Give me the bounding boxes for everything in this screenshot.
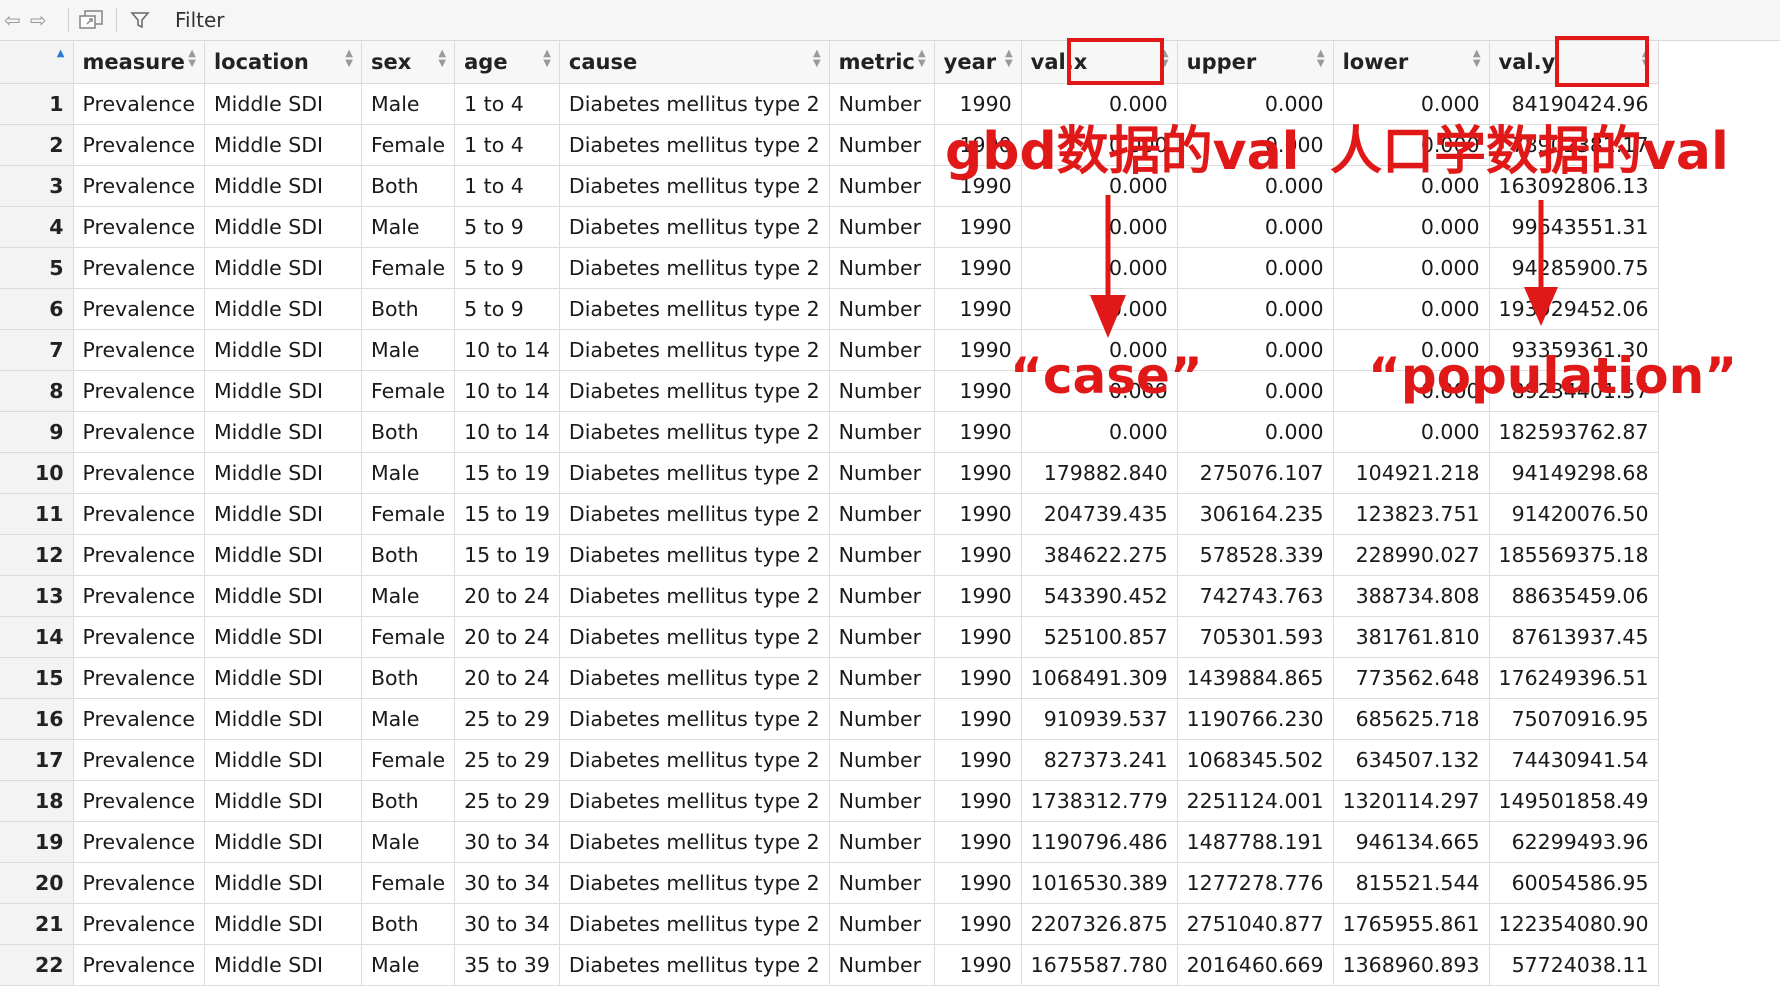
population-val-annotation: 人口学数据的val (1330, 122, 1729, 182)
population-annotation: “population” (1368, 347, 1738, 405)
case-annotation: “case” (1010, 347, 1203, 405)
gbd-val-annotation: gbd数据的val (945, 122, 1300, 182)
case-arrow-head-icon (1090, 295, 1126, 338)
population-arrow-head-icon (1524, 287, 1558, 326)
